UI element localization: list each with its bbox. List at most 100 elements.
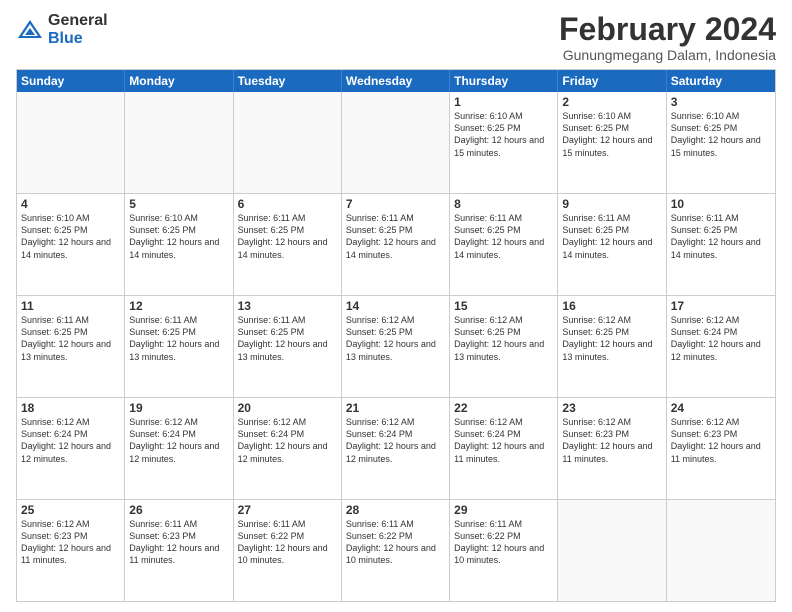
cell-info: Sunrise: 6:11 AM Sunset: 6:25 PM Dayligh… (129, 314, 228, 363)
calendar-cell-day-16: 16Sunrise: 6:12 AM Sunset: 6:25 PM Dayli… (558, 296, 666, 397)
day-number: 17 (671, 299, 771, 313)
day-number: 15 (454, 299, 553, 313)
header-day-wednesday: Wednesday (342, 70, 450, 92)
day-number: 27 (238, 503, 337, 517)
day-number: 10 (671, 197, 771, 211)
calendar-cell-day-19: 19Sunrise: 6:12 AM Sunset: 6:24 PM Dayli… (125, 398, 233, 499)
calendar-cell-day-20: 20Sunrise: 6:12 AM Sunset: 6:24 PM Dayli… (234, 398, 342, 499)
cell-info: Sunrise: 6:11 AM Sunset: 6:25 PM Dayligh… (454, 212, 553, 261)
header-day-friday: Friday (558, 70, 666, 92)
calendar-row-3: 11Sunrise: 6:11 AM Sunset: 6:25 PM Dayli… (17, 295, 775, 397)
cell-info: Sunrise: 6:11 AM Sunset: 6:22 PM Dayligh… (238, 518, 337, 567)
calendar-cell-day-6: 6Sunrise: 6:11 AM Sunset: 6:25 PM Daylig… (234, 194, 342, 295)
cell-info: Sunrise: 6:10 AM Sunset: 6:25 PM Dayligh… (671, 110, 771, 159)
calendar-cell-empty (667, 500, 775, 601)
cell-info: Sunrise: 6:12 AM Sunset: 6:23 PM Dayligh… (671, 416, 771, 465)
day-number: 19 (129, 401, 228, 415)
day-number: 6 (238, 197, 337, 211)
cell-info: Sunrise: 6:12 AM Sunset: 6:24 PM Dayligh… (346, 416, 445, 465)
calendar-cell-day-1: 1Sunrise: 6:10 AM Sunset: 6:25 PM Daylig… (450, 92, 558, 193)
calendar-cell-day-28: 28Sunrise: 6:11 AM Sunset: 6:22 PM Dayli… (342, 500, 450, 601)
month-year: February 2024 (559, 12, 776, 47)
day-number: 2 (562, 95, 661, 109)
header-day-thursday: Thursday (450, 70, 558, 92)
day-number: 29 (454, 503, 553, 517)
calendar-row-1: 1Sunrise: 6:10 AM Sunset: 6:25 PM Daylig… (17, 92, 775, 193)
calendar-cell-day-23: 23Sunrise: 6:12 AM Sunset: 6:23 PM Dayli… (558, 398, 666, 499)
logo-text: General Blue (48, 12, 108, 47)
cell-info: Sunrise: 6:12 AM Sunset: 6:24 PM Dayligh… (129, 416, 228, 465)
calendar-body: 1Sunrise: 6:10 AM Sunset: 6:25 PM Daylig… (17, 92, 775, 601)
header-day-saturday: Saturday (667, 70, 775, 92)
calendar-cell-day-15: 15Sunrise: 6:12 AM Sunset: 6:25 PM Dayli… (450, 296, 558, 397)
calendar-header: SundayMondayTuesdayWednesdayThursdayFrid… (17, 70, 775, 92)
calendar-cell-empty (17, 92, 125, 193)
page: General Blue February 2024 Gunungmegang … (0, 0, 792, 612)
day-number: 11 (21, 299, 120, 313)
cell-info: Sunrise: 6:12 AM Sunset: 6:24 PM Dayligh… (21, 416, 120, 465)
calendar-cell-day-17: 17Sunrise: 6:12 AM Sunset: 6:24 PM Dayli… (667, 296, 775, 397)
calendar-cell-empty (234, 92, 342, 193)
calendar-cell-day-7: 7Sunrise: 6:11 AM Sunset: 6:25 PM Daylig… (342, 194, 450, 295)
calendar-cell-empty (342, 92, 450, 193)
calendar-cell-day-3: 3Sunrise: 6:10 AM Sunset: 6:25 PM Daylig… (667, 92, 775, 193)
day-number: 3 (671, 95, 771, 109)
day-number: 9 (562, 197, 661, 211)
cell-info: Sunrise: 6:11 AM Sunset: 6:25 PM Dayligh… (238, 212, 337, 261)
cell-info: Sunrise: 6:12 AM Sunset: 6:24 PM Dayligh… (671, 314, 771, 363)
day-number: 21 (346, 401, 445, 415)
header-day-tuesday: Tuesday (234, 70, 342, 92)
day-number: 5 (129, 197, 228, 211)
header-day-sunday: Sunday (17, 70, 125, 92)
calendar-cell-day-22: 22Sunrise: 6:12 AM Sunset: 6:24 PM Dayli… (450, 398, 558, 499)
header: General Blue February 2024 Gunungmegang … (16, 12, 776, 63)
day-number: 28 (346, 503, 445, 517)
logo: General Blue (16, 12, 108, 47)
calendar-cell-day-29: 29Sunrise: 6:11 AM Sunset: 6:22 PM Dayli… (450, 500, 558, 601)
calendar-cell-day-9: 9Sunrise: 6:11 AM Sunset: 6:25 PM Daylig… (558, 194, 666, 295)
day-number: 26 (129, 503, 228, 517)
cell-info: Sunrise: 6:12 AM Sunset: 6:25 PM Dayligh… (562, 314, 661, 363)
logo-icon (16, 16, 44, 44)
cell-info: Sunrise: 6:12 AM Sunset: 6:23 PM Dayligh… (21, 518, 120, 567)
calendar-cell-day-10: 10Sunrise: 6:11 AM Sunset: 6:25 PM Dayli… (667, 194, 775, 295)
calendar-cell-day-4: 4Sunrise: 6:10 AM Sunset: 6:25 PM Daylig… (17, 194, 125, 295)
cell-info: Sunrise: 6:10 AM Sunset: 6:25 PM Dayligh… (129, 212, 228, 261)
cell-info: Sunrise: 6:11 AM Sunset: 6:25 PM Dayligh… (562, 212, 661, 261)
cell-info: Sunrise: 6:12 AM Sunset: 6:24 PM Dayligh… (238, 416, 337, 465)
calendar: SundayMondayTuesdayWednesdayThursdayFrid… (16, 69, 776, 602)
calendar-cell-day-25: 25Sunrise: 6:12 AM Sunset: 6:23 PM Dayli… (17, 500, 125, 601)
day-number: 18 (21, 401, 120, 415)
day-number: 12 (129, 299, 228, 313)
calendar-cell-day-18: 18Sunrise: 6:12 AM Sunset: 6:24 PM Dayli… (17, 398, 125, 499)
title-block: February 2024 Gunungmegang Dalam, Indone… (559, 12, 776, 63)
calendar-row-4: 18Sunrise: 6:12 AM Sunset: 6:24 PM Dayli… (17, 397, 775, 499)
day-number: 8 (454, 197, 553, 211)
cell-info: Sunrise: 6:10 AM Sunset: 6:25 PM Dayligh… (21, 212, 120, 261)
logo-blue: Blue (48, 30, 108, 48)
cell-info: Sunrise: 6:12 AM Sunset: 6:25 PM Dayligh… (454, 314, 553, 363)
day-number: 7 (346, 197, 445, 211)
cell-info: Sunrise: 6:11 AM Sunset: 6:25 PM Dayligh… (346, 212, 445, 261)
cell-info: Sunrise: 6:12 AM Sunset: 6:23 PM Dayligh… (562, 416, 661, 465)
calendar-cell-empty (125, 92, 233, 193)
cell-info: Sunrise: 6:12 AM Sunset: 6:24 PM Dayligh… (454, 416, 553, 465)
cell-info: Sunrise: 6:10 AM Sunset: 6:25 PM Dayligh… (454, 110, 553, 159)
header-day-monday: Monday (125, 70, 233, 92)
calendar-cell-day-11: 11Sunrise: 6:11 AM Sunset: 6:25 PM Dayli… (17, 296, 125, 397)
calendar-cell-day-12: 12Sunrise: 6:11 AM Sunset: 6:25 PM Dayli… (125, 296, 233, 397)
day-number: 20 (238, 401, 337, 415)
day-number: 24 (671, 401, 771, 415)
day-number: 1 (454, 95, 553, 109)
calendar-cell-day-14: 14Sunrise: 6:12 AM Sunset: 6:25 PM Dayli… (342, 296, 450, 397)
calendar-cell-day-2: 2Sunrise: 6:10 AM Sunset: 6:25 PM Daylig… (558, 92, 666, 193)
calendar-cell-empty (558, 500, 666, 601)
cell-info: Sunrise: 6:11 AM Sunset: 6:25 PM Dayligh… (238, 314, 337, 363)
cell-info: Sunrise: 6:11 AM Sunset: 6:25 PM Dayligh… (671, 212, 771, 261)
cell-info: Sunrise: 6:11 AM Sunset: 6:22 PM Dayligh… (346, 518, 445, 567)
cell-info: Sunrise: 6:10 AM Sunset: 6:25 PM Dayligh… (562, 110, 661, 159)
day-number: 14 (346, 299, 445, 313)
day-number: 4 (21, 197, 120, 211)
calendar-row-2: 4Sunrise: 6:10 AM Sunset: 6:25 PM Daylig… (17, 193, 775, 295)
cell-info: Sunrise: 6:11 AM Sunset: 6:25 PM Dayligh… (21, 314, 120, 363)
